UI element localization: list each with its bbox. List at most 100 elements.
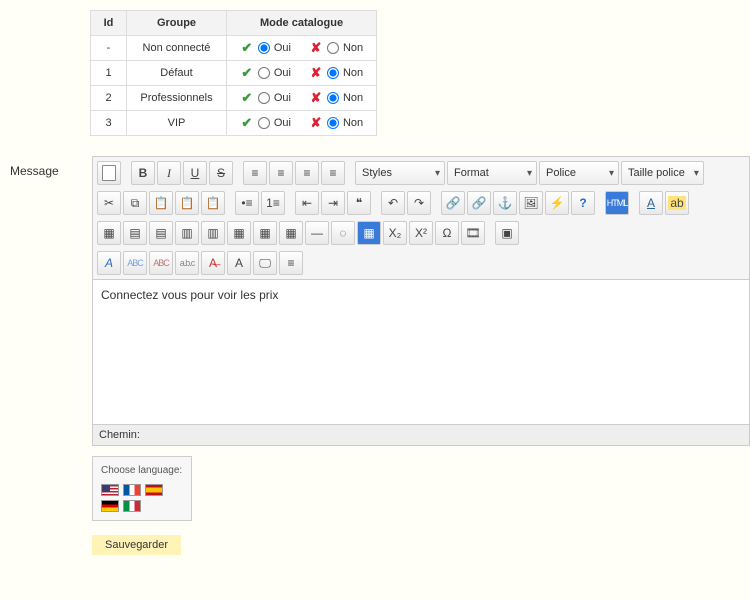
table-row: 2Professionnels✔Oui✘Non — [91, 86, 377, 111]
cell-props-button[interactable]: ▦ — [279, 221, 303, 245]
styles-dropdown[interactable]: Styles — [355, 161, 445, 185]
label-non: Non — [343, 117, 363, 129]
table-button[interactable]: ▦ — [97, 221, 121, 245]
cut-button[interactable]: ✂ — [97, 191, 121, 215]
copy-button[interactable]: ⧉ — [123, 191, 147, 215]
check-icon: ✔ — [240, 66, 254, 80]
underline-button[interactable]: U — [183, 161, 207, 185]
radio-non[interactable] — [327, 117, 339, 129]
number-list-button[interactable]: 1≡ — [261, 191, 285, 215]
ins-button[interactable]: A — [227, 251, 251, 275]
font-dropdown[interactable]: Police — [539, 161, 619, 185]
cell-id: - — [91, 36, 127, 61]
save-button[interactable]: Sauvegarder — [92, 535, 181, 555]
italic-button[interactable]: I — [157, 161, 181, 185]
outdent-button[interactable]: ⇤ — [295, 191, 319, 215]
preview-button[interactable]: 🖵 — [253, 251, 277, 275]
text-color-button[interactable]: A — [639, 191, 663, 215]
paste-text-button[interactable]: 📋 — [175, 191, 199, 215]
cite-button[interactable]: a.b.c — [175, 251, 199, 275]
superscript-button[interactable]: X² — [409, 221, 433, 245]
message-label: Message — [10, 156, 92, 178]
image-button[interactable]: 🖼 — [519, 191, 543, 215]
radio-oui[interactable] — [258, 67, 270, 79]
flag-es-icon[interactable] — [145, 484, 163, 496]
cross-icon: ✘ — [309, 41, 323, 55]
cell-mode: ✔Oui✘Non — [227, 36, 377, 61]
flash-button[interactable]: ⚡ — [545, 191, 569, 215]
radio-non[interactable] — [327, 67, 339, 79]
unlink-button[interactable]: 🔗 — [467, 191, 491, 215]
editor-toolbar: B I U S ≡ ≡ ≡ ≡ Styles Format Police Tai… — [92, 156, 750, 280]
cell-split-button[interactable]: ▦ — [253, 221, 277, 245]
editor-path-bar: Chemin: — [92, 425, 750, 446]
editor-textarea[interactable]: Connectez vous pour voir les prix — [92, 280, 750, 425]
help-button[interactable]: ? — [571, 191, 595, 215]
redo-button[interactable]: ↷ — [407, 191, 431, 215]
format-dropdown[interactable]: Format — [447, 161, 537, 185]
undo-button[interactable]: ↶ — [381, 191, 405, 215]
cell-group: VIP — [127, 111, 227, 136]
cell-mode: ✔Oui✘Non — [227, 61, 377, 86]
radio-non[interactable] — [327, 92, 339, 104]
new-doc-icon[interactable] — [97, 161, 121, 185]
cell-id: 2 — [91, 86, 127, 111]
flag-de-icon[interactable] — [101, 500, 119, 512]
link-button[interactable]: 🔗 — [441, 191, 465, 215]
template-button[interactable]: ▣ — [495, 221, 519, 245]
col-insert-button[interactable]: ▥ — [175, 221, 199, 245]
align-left-button[interactable]: ≡ — [243, 161, 267, 185]
label-non: Non — [343, 92, 363, 104]
flag-us-icon[interactable] — [101, 484, 119, 496]
cross-icon: ✘ — [309, 116, 323, 130]
radio-oui[interactable] — [258, 92, 270, 104]
font-size-dropdown[interactable]: Taille police — [621, 161, 704, 185]
row-delete-button[interactable]: ▤ — [149, 221, 173, 245]
bullet-list-button[interactable]: •≡ — [235, 191, 259, 215]
hr-button[interactable]: — — [305, 221, 329, 245]
choose-language-label: Choose language: — [101, 465, 183, 476]
radio-oui[interactable] — [258, 42, 270, 54]
radio-non[interactable] — [327, 42, 339, 54]
remove-format-button[interactable]: ◌ — [331, 221, 355, 245]
check-icon: ✔ — [240, 116, 254, 130]
th-group: Groupe — [127, 11, 227, 36]
abbr-button[interactable]: ABC — [123, 251, 147, 275]
row-insert-button[interactable]: ▤ — [123, 221, 147, 245]
flag-fr-icon[interactable] — [123, 484, 141, 496]
styles-marker-button[interactable]: A — [97, 251, 121, 275]
html-source-button[interactable]: HTML — [605, 191, 629, 215]
cell-merge-button[interactable]: ▦ — [227, 221, 251, 245]
special-char-button[interactable]: Ω — [435, 221, 459, 245]
acronym-button[interactable]: ABC — [149, 251, 173, 275]
cell-mode: ✔Oui✘Non — [227, 86, 377, 111]
col-delete-button[interactable]: ▥ — [201, 221, 225, 245]
table-row: 1Défaut✔Oui✘Non — [91, 61, 377, 86]
align-center-button[interactable]: ≡ — [269, 161, 293, 185]
strike-button[interactable]: S — [209, 161, 233, 185]
blockquote-button[interactable]: ❝ — [347, 191, 371, 215]
language-chooser: Choose language: — [92, 456, 192, 521]
check-icon: ✔ — [240, 41, 254, 55]
th-id: Id — [91, 11, 127, 36]
media-button[interactable]: 🎞 — [461, 221, 485, 245]
cell-id: 1 — [91, 61, 127, 86]
del-button[interactable]: A̶ — [201, 251, 225, 275]
radio-oui[interactable] — [258, 117, 270, 129]
cell-group: Défaut — [127, 61, 227, 86]
align-right-button[interactable]: ≡ — [295, 161, 319, 185]
cell-id: 3 — [91, 111, 127, 136]
cell-group: Non connecté — [127, 36, 227, 61]
paste-button[interactable]: 📋 — [149, 191, 173, 215]
anchor-button[interactable]: ⚓ — [493, 191, 517, 215]
align-justify-button[interactable]: ≡ — [321, 161, 345, 185]
label-oui: Oui — [274, 42, 291, 54]
subscript-button[interactable]: X₂ — [383, 221, 407, 245]
bold-button[interactable]: B — [131, 161, 155, 185]
indent-button[interactable]: ⇥ — [321, 191, 345, 215]
fullscreen-button[interactable]: ≡ — [279, 251, 303, 275]
toggle-grid-button[interactable]: ▦ — [357, 221, 381, 245]
flag-it-icon[interactable] — [123, 500, 141, 512]
paste-word-button[interactable]: 📋 — [201, 191, 225, 215]
bg-color-button[interactable]: ab — [665, 191, 689, 215]
